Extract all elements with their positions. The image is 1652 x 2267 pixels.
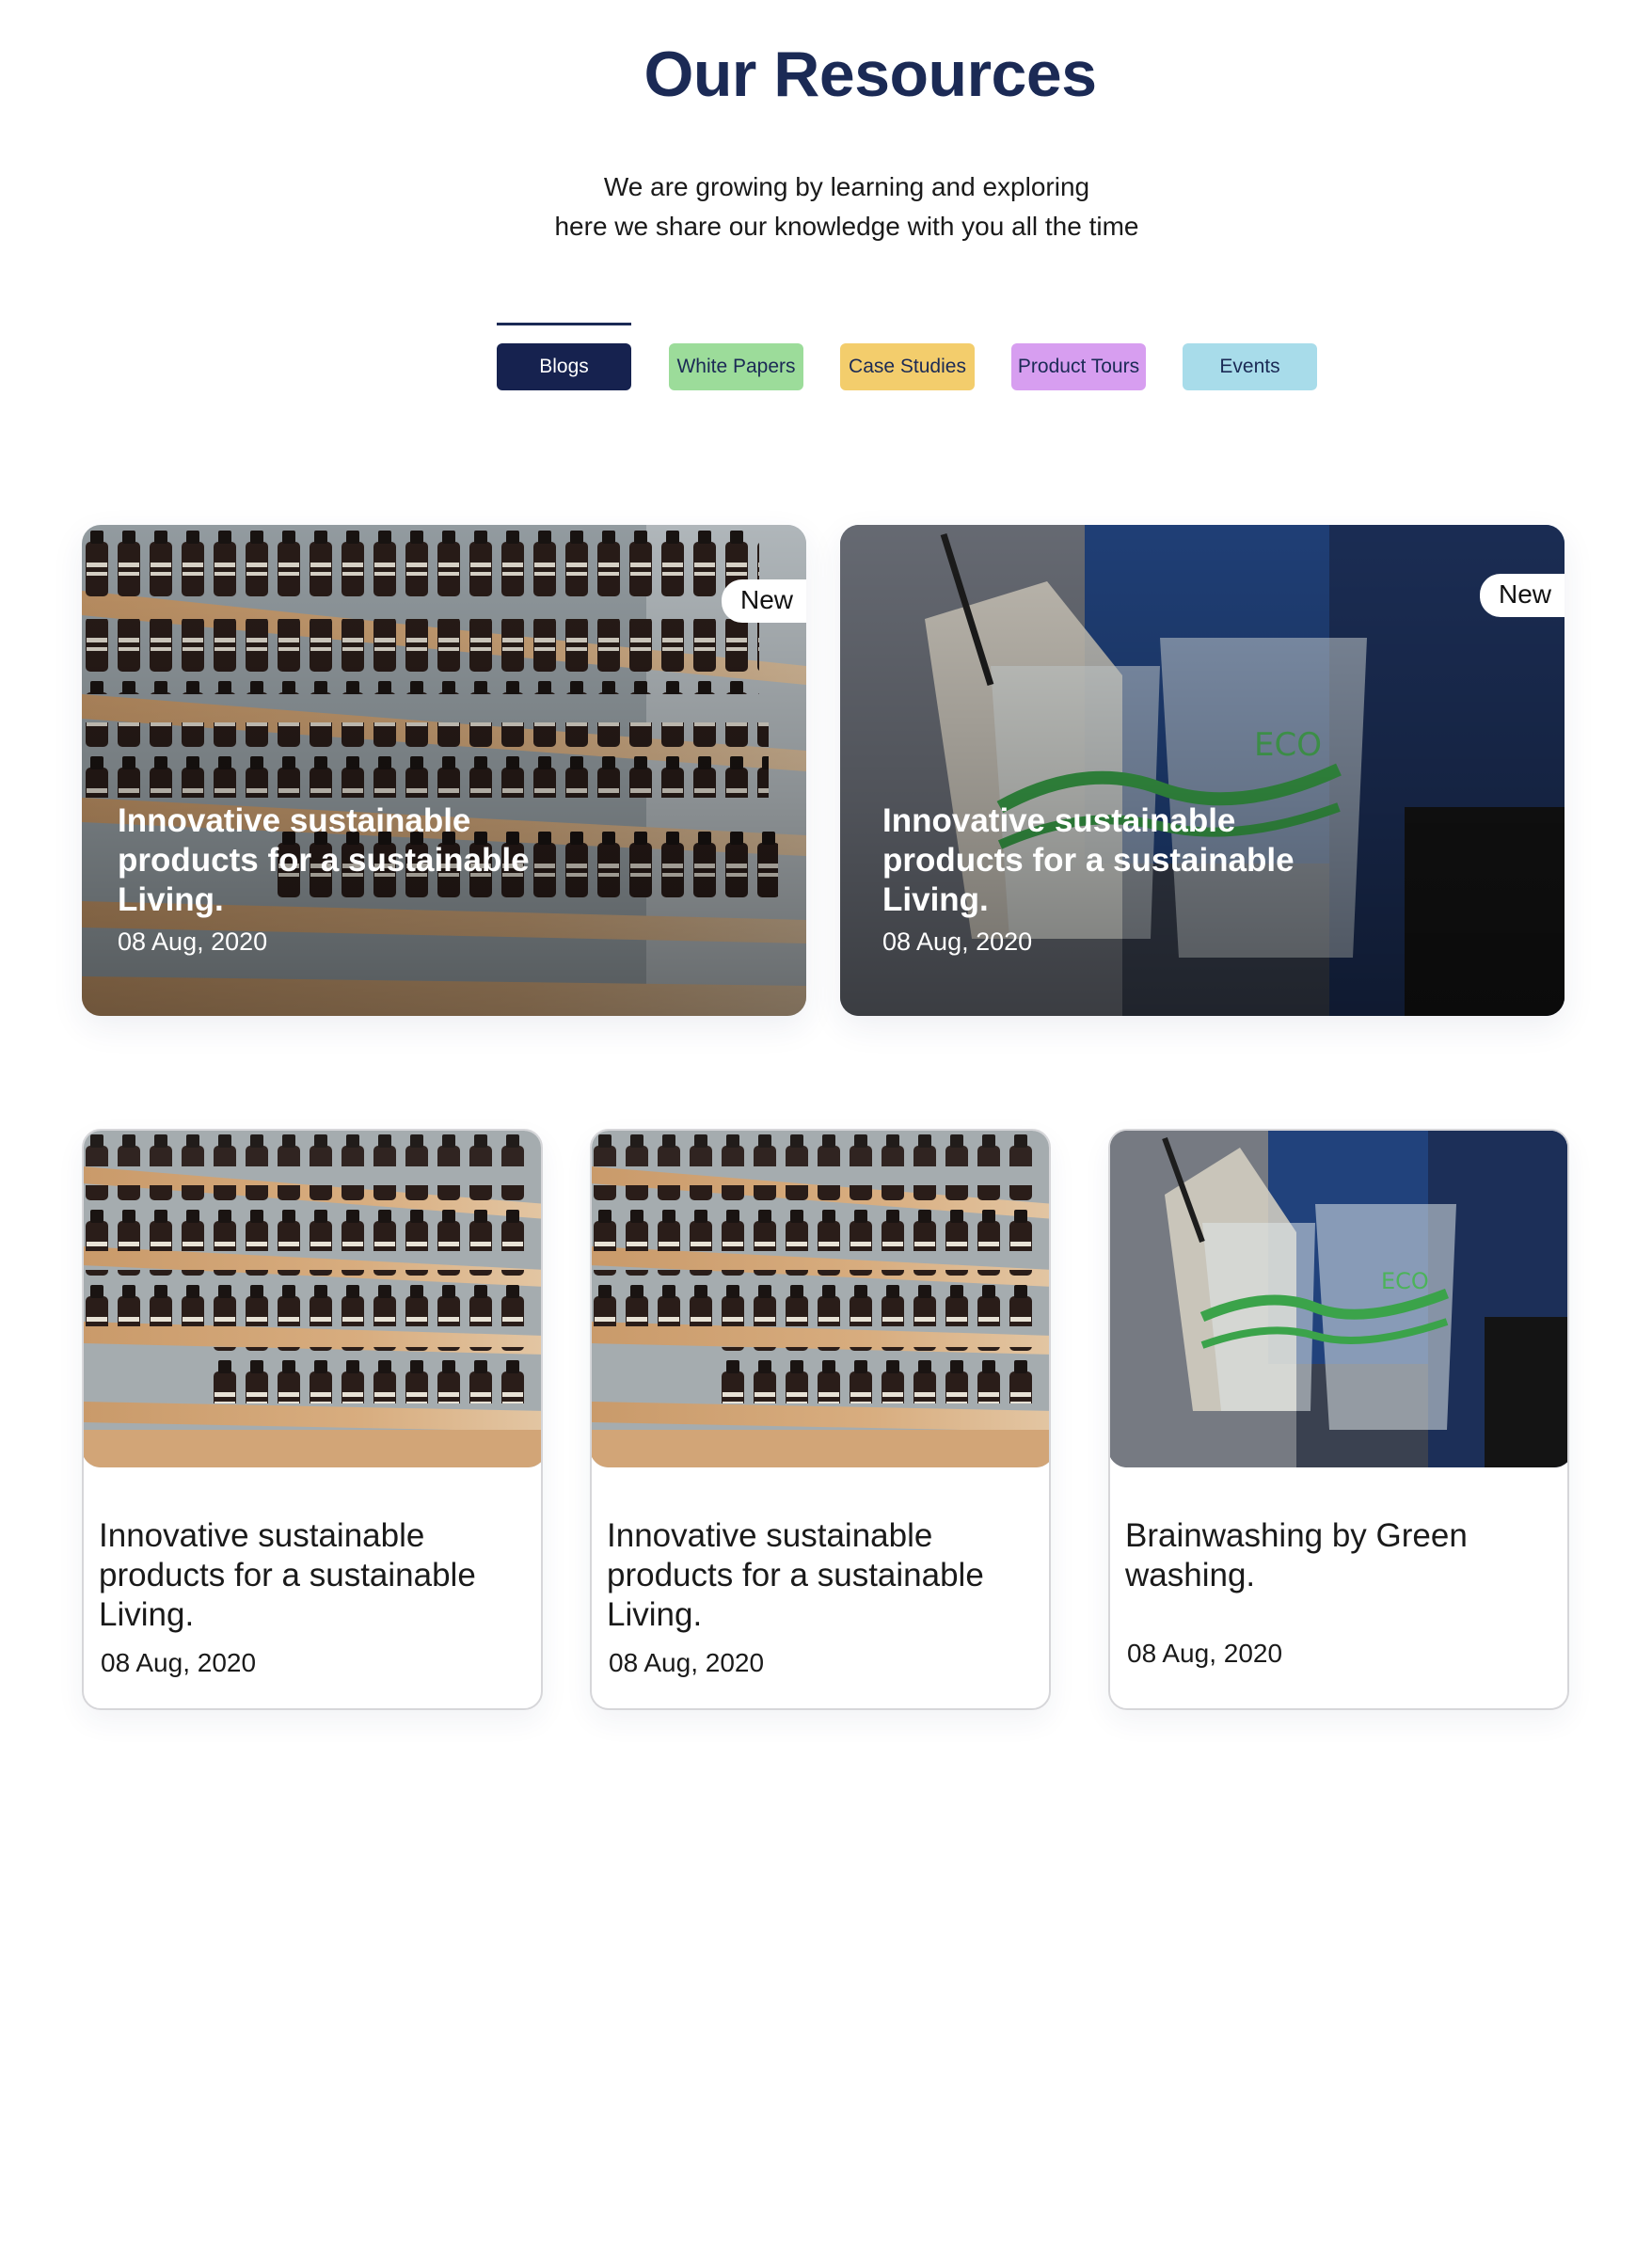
svg-text:ECO: ECO bbox=[1381, 1268, 1429, 1294]
featured-date: 08 Aug, 2020 bbox=[882, 927, 1033, 956]
shelf-photo bbox=[84, 1131, 541, 1467]
card-title[interactable]: Innovative sustainable products for a su… bbox=[607, 1516, 1021, 1635]
card-image: ECO bbox=[1110, 1131, 1567, 1467]
card-date: 08 Aug, 2020 bbox=[609, 1648, 765, 1677]
tab-white-papers[interactable]: White Papers bbox=[669, 343, 803, 390]
subtitle-line-2: here we share our knowledge with you all… bbox=[554, 212, 1139, 241]
blog-card[interactable]: Innovative sustainable products for a su… bbox=[82, 1129, 543, 1710]
card-date: 08 Aug, 2020 bbox=[1127, 1639, 1283, 1668]
subtitle-line-1: We are growing by learning and exploring bbox=[603, 172, 1090, 201]
blog-card[interactable]: ECO Brainwashing by Green washing. 08 Au… bbox=[1108, 1129, 1569, 1710]
featured-title[interactable]: Innovative sustainable products for a su… bbox=[118, 801, 550, 920]
tab-product-tours[interactable]: Product Tours bbox=[1011, 343, 1146, 390]
card-title[interactable]: Brainwashing by Green washing. bbox=[1125, 1516, 1539, 1595]
card-date: 08 Aug, 2020 bbox=[101, 1648, 257, 1677]
resource-tabs: Blogs White Papers Case Studies Product … bbox=[0, 323, 1652, 398]
featured-card[interactable]: New Innovative sustainable products for … bbox=[82, 525, 806, 1016]
card-image bbox=[84, 1131, 541, 1467]
tab-events[interactable]: Events bbox=[1183, 343, 1317, 390]
featured-date: 08 Aug, 2020 bbox=[118, 927, 268, 956]
page-title: Our Resources bbox=[643, 39, 1097, 110]
featured-title[interactable]: Innovative sustainable products for a su… bbox=[882, 801, 1315, 920]
featured-card[interactable]: ECO New Innovative sustainable products … bbox=[840, 525, 1565, 1016]
page-subtitle: We are growing by learning and exploring… bbox=[0, 167, 1652, 246]
active-tab-indicator bbox=[497, 323, 631, 325]
card-image bbox=[592, 1131, 1049, 1467]
new-badge: New bbox=[721, 579, 806, 623]
tab-case-studies[interactable]: Case Studies bbox=[840, 343, 975, 390]
blog-card[interactable]: Innovative sustainable products for a su… bbox=[590, 1129, 1051, 1710]
tab-blogs[interactable]: Blogs bbox=[497, 343, 631, 390]
new-badge: New bbox=[1479, 574, 1565, 617]
card-title[interactable]: Innovative sustainable products for a su… bbox=[99, 1516, 513, 1635]
eco-cups-photo: ECO bbox=[1110, 1131, 1567, 1467]
shelf-photo bbox=[592, 1131, 1049, 1467]
